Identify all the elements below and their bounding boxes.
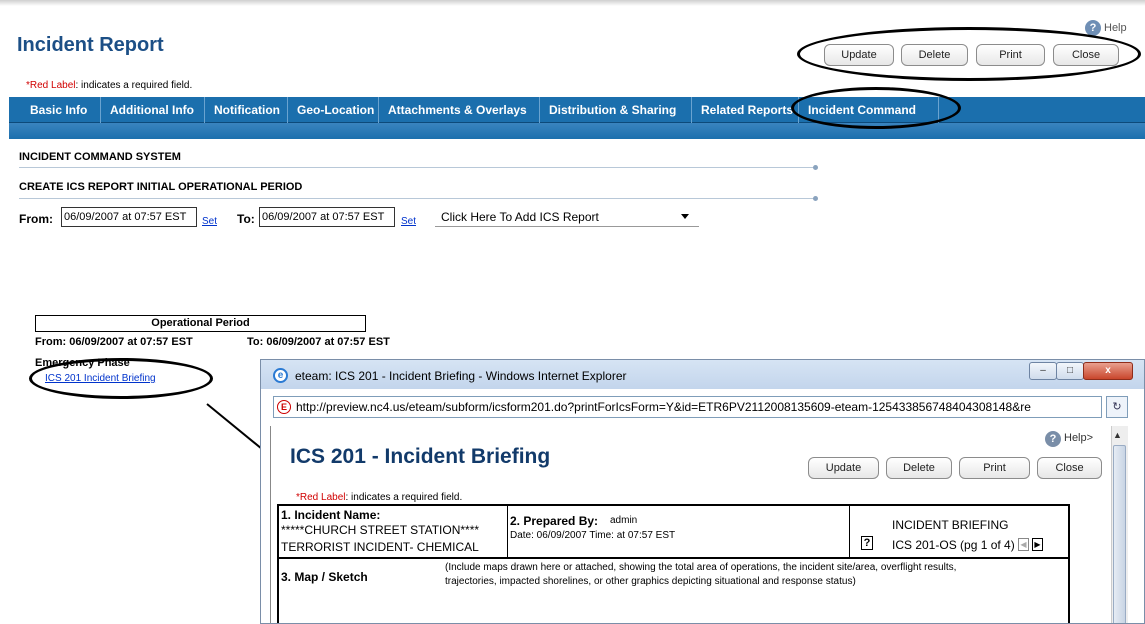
tab-distribution-sharing[interactable]: Distribution & Sharing — [540, 97, 692, 123]
top-rule — [0, 0, 1145, 6]
popup-required-note-text: : indicates a required field. — [345, 492, 463, 503]
refresh-icon[interactable]: ↻ — [1106, 396, 1128, 418]
from-date-input[interactable]: 06/09/2007 at 07:57 EST — [61, 207, 197, 227]
maximize-icon[interactable]: □ — [1056, 362, 1084, 380]
print-button[interactable]: Print — [976, 44, 1045, 66]
delete-button[interactable]: Delete — [901, 44, 968, 66]
incident-name-line1[interactable]: *****CHURCH STREET STATION**** — [281, 523, 479, 537]
popup-delete-button[interactable]: Delete — [886, 457, 952, 479]
nav-prev-icon[interactable]: ◀ — [1018, 538, 1029, 551]
to-set-link[interactable]: Set — [401, 216, 416, 227]
ics201-form-table: 1. Incident Name: *****CHURCH STREET STA… — [277, 504, 1070, 623]
required-note-text: : indicates a required field. — [75, 80, 193, 91]
popup-required-note: *Red Label: indicates a required field. — [296, 492, 462, 503]
tab-additional-info[interactable]: Additional Info — [101, 97, 205, 123]
required-note: *Red Label: indicates a required field. — [26, 80, 192, 91]
tab-related-reports[interactable]: Related Reports — [692, 97, 799, 123]
popup-print-button[interactable]: Print — [959, 457, 1030, 479]
map-note-line1: (Include maps drawn here or attached, sh… — [445, 562, 957, 573]
create-ics-title: CREATE ICS REPORT INITIAL OPERATIONAL PE… — [19, 181, 303, 193]
briefing-cell: INCIDENT BRIEFING ? ICS 201-OS (pg 1 of … — [850, 506, 1068, 557]
briefing-title: INCIDENT BRIEFING — [892, 518, 1009, 532]
from-set-link[interactable]: Set — [202, 216, 217, 227]
nav-next-icon[interactable]: ▶ — [1032, 538, 1043, 551]
form-title: ICS 201 - Incident Briefing — [290, 445, 551, 468]
map-sketch-label: 3. Map / Sketch — [281, 570, 368, 584]
to-label: To: — [237, 212, 255, 226]
dropdown-caret-icon[interactable] — [681, 214, 689, 219]
map-note-line2: trajectories, impacted shorelines, or ot… — [445, 576, 856, 587]
popup-required-note-red: *Red Label — [296, 492, 346, 503]
section-divider-dot — [813, 165, 818, 170]
prepared-by-label: 2. Prepared By: — [510, 514, 599, 528]
help-link[interactable]: Help — [1104, 22, 1127, 34]
tab-geo-location[interactable]: Geo-Location — [288, 97, 379, 123]
section-divider — [19, 198, 816, 199]
tab-notification[interactable]: Notification — [205, 97, 288, 123]
minimize-icon[interactable]: – — [1029, 362, 1057, 380]
required-note-red: *Red Label — [26, 80, 76, 91]
row-separator — [279, 557, 1068, 559]
update-button[interactable]: Update — [824, 44, 894, 66]
tab-incident-command[interactable]: Incident Command — [799, 97, 939, 123]
operational-from: From: 06/09/2007 at 07:57 EST — [35, 336, 193, 348]
tab-bar-band — [9, 123, 1145, 139]
emergency-phase-label: Emergency Phase — [35, 357, 130, 369]
tab-basic-info[interactable]: Basic Info — [21, 97, 101, 123]
help-icon[interactable]: ? — [1085, 20, 1101, 36]
window-title: eteam: ICS 201 - Incident Briefing - Win… — [295, 369, 627, 383]
address-icon: E — [277, 400, 291, 414]
operational-period-header: Operational Period — [35, 315, 366, 332]
briefing-help-icon[interactable]: ? — [861, 536, 873, 550]
popup-update-button[interactable]: Update — [808, 457, 879, 479]
incident-name-line2[interactable]: TERRORIST INCIDENT- CHEMICAL — [281, 540, 479, 554]
popup-help-link[interactable]: Help> — [1064, 432, 1093, 444]
scroll-thumb[interactable] — [1113, 445, 1126, 623]
prepared-by-cell: 2. Prepared By: admin Date: 06/09/2007 T… — [508, 506, 850, 557]
section-divider-dot — [813, 196, 818, 201]
popup-close-button[interactable]: Close — [1037, 457, 1102, 479]
section-divider — [19, 167, 816, 168]
page-title: Incident Report — [17, 34, 164, 56]
close-button[interactable]: Close — [1053, 44, 1119, 66]
add-ics-report-select[interactable]: Click Here To Add ICS Report — [435, 207, 699, 227]
tab-attachments-overlays[interactable]: Attachments & Overlays — [379, 97, 540, 123]
ics201-briefing-link[interactable]: ICS 201 Incident Briefing — [45, 373, 156, 384]
operational-to: To: 06/09/2007 at 07:57 EST — [247, 336, 390, 348]
ie-icon: e — [273, 368, 288, 383]
scroll-up-icon[interactable]: ▲ — [1113, 430, 1122, 440]
from-label: From: — [19, 212, 53, 226]
briefing-form-id: ICS 201-OS (pg 1 of 4) — [892, 538, 1015, 552]
incident-name-label: 1. Incident Name: — [281, 508, 381, 522]
ics201-popup-window: e eteam: ICS 201 - Incident Briefing - W… — [260, 359, 1145, 624]
tab-bar: Basic Info Additional Info Notification … — [9, 97, 1145, 123]
prepared-by-value: admin — [610, 515, 638, 526]
help-icon[interactable]: ? — [1045, 431, 1061, 447]
prepared-date: Date: 06/09/2007 Time: at 07:57 EST — [510, 530, 676, 541]
ics-section-title: INCIDENT COMMAND SYSTEM — [19, 151, 181, 163]
close-icon[interactable]: x — [1083, 362, 1133, 380]
address-bar[interactable]: http://preview.nc4.us/eteam/subform/icsf… — [273, 396, 1102, 418]
to-date-input[interactable]: 06/09/2007 at 07:57 EST — [259, 207, 395, 227]
incident-name-cell: 1. Incident Name: *****CHURCH STREET STA… — [279, 506, 508, 557]
